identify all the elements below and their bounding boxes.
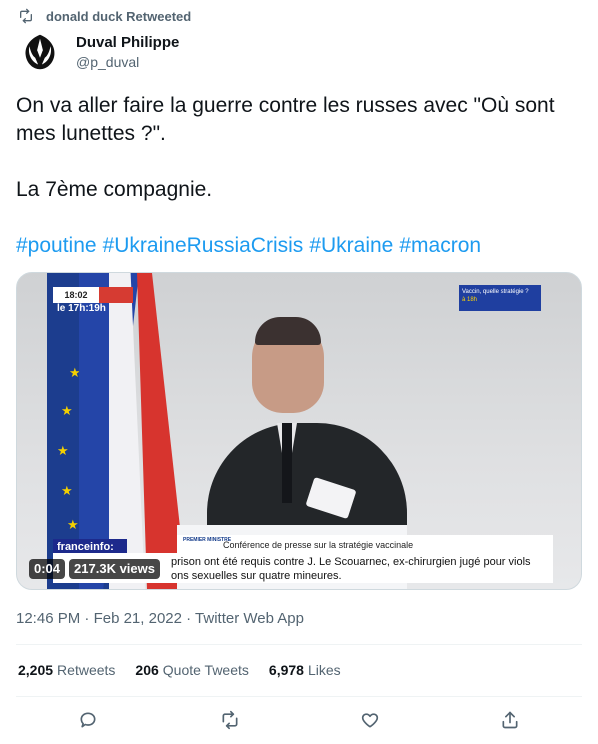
conference-title: Conférence de presse sur la stratégie va… [223,540,414,550]
ticker-line: prison ont été requis contre J. Le Scoua… [171,556,531,568]
action-bar [0,708,598,734]
video-badges: 0:04 217.3K views [29,559,160,579]
divider [16,644,582,645]
tweet-author[interactable]: Duval Philippe @p_duval [16,28,179,76]
retweets-count: 2,205 [18,662,54,678]
divider [16,696,582,697]
speaker-hair [255,317,321,345]
likes-count: 6,978 [268,662,304,678]
video-frame: ★ ★ ★ ★ ★ 18:02 le 17h:19h Vaccin, quell… [17,273,581,589]
inset-title: Vaccin, quelle stratégie ? [462,289,529,295]
author-display-name[interactable]: Duval Philippe [76,33,179,53]
reply-icon [80,712,96,728]
like-button[interactable] [358,708,382,732]
live-flag [99,287,133,303]
quote-tweets-label: Quote Tweets [162,662,249,678]
reply-button[interactable] [76,708,100,732]
social-context[interactable]: donald duck Retweeted [18,8,191,24]
quote-tweets-stat[interactable]: 206 Quote Tweets [135,662,249,678]
share-icon [502,711,518,729]
ticker-line: ons sexuelles sur quatre mineures. [171,570,342,582]
like-icon [361,713,379,728]
tweet-time[interactable]: 12:46 PM [16,610,80,627]
hashtag-link[interactable]: #poutine [16,234,97,257]
retweets-stat[interactable]: 2,205 Retweets [18,662,115,678]
star-icon: ★ [69,365,81,380]
retweets-label: Retweets [57,662,116,678]
conference-banner: PREMIER MINISTRE Conférence de presse su… [177,535,553,555]
likes-stat[interactable]: 6,978 Likes [269,662,341,678]
elapsed-time-badge: 0:04 [29,559,66,579]
government-label: PREMIER MINISTRE [183,537,232,543]
hashtags: #poutine #UkraineRussiaCrisis #Ukraine #mac… [16,232,487,260]
tweet-source[interactable]: Twitter Web App [195,610,304,627]
avatar[interactable] [16,28,64,76]
tweet-body: On va aller faire la guerre contre les r… [16,92,576,204]
star-icon: ★ [61,403,73,418]
retweeted-by-label: donald duck Retweeted [46,8,192,24]
programme-time: le 17h:19h [57,303,106,314]
hashtag-link[interactable]: #UkraineRussiaCrisis [103,234,304,257]
quote-tweets-count: 206 [135,662,159,678]
engagement-stats: 2,205 Retweets 206 Quote Tweets 6,978 Likes [18,662,341,678]
likes-label: Likes [307,662,341,678]
tweet-metadata: 12:46 PM · Feb 21, 2022 · Twitter Web Ap… [16,610,304,627]
tweet-date[interactable]: Feb 21, 2022 [94,610,182,627]
broadcast-clock: 18:02 [53,287,133,303]
clock-text: 18:02 [53,287,99,303]
programme-inset: Vaccin, quelle stratégie ? à 18h [459,285,541,311]
share-button[interactable] [498,708,522,732]
author-handle[interactable]: @p_duval [76,53,179,71]
tweet-line: On va aller faire la guerre contre les r… [16,94,555,145]
retweet-icon [20,8,32,24]
rebel-alliance-avatar [17,29,63,75]
retweet-button[interactable] [218,708,242,732]
separator: · [84,610,90,627]
hashtag-link[interactable]: #Ukraine [309,234,393,257]
separator: · [186,610,192,627]
star-icon: ★ [67,517,79,532]
speaker-tie [282,423,292,503]
retweet-icon [222,710,238,730]
tweet-line: La 7ème compagnie. [16,178,213,201]
hashtag-link[interactable]: #macron [399,234,481,257]
star-icon: ★ [61,483,73,498]
inset-time: à 18h [462,297,478,303]
video-player[interactable]: ★ ★ ★ ★ ★ 18:02 le 17h:19h Vaccin, quell… [16,272,582,590]
star-icon: ★ [57,443,69,458]
view-count-badge: 217.3K views [69,559,160,579]
